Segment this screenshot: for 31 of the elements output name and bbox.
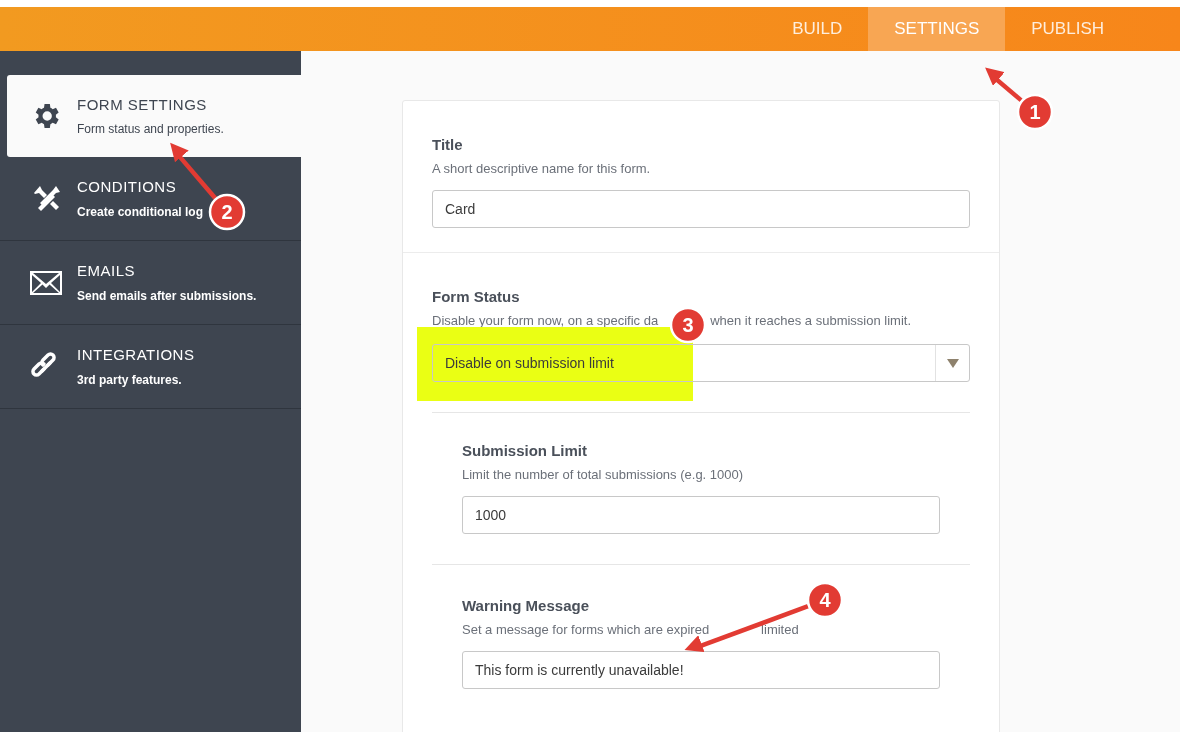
arrow — [985, 67, 1023, 103]
field-description: Disable your form now, on a specific da — [432, 311, 659, 330]
item-title: CONDITIONS — [77, 177, 178, 198]
item-title: FORM SETTINGS — [77, 94, 208, 115]
field-description: limited — [761, 620, 799, 639]
sidebar-item[interactable]: FORM SETTINGS Form status and properties. — [7, 75, 301, 157]
input-field[interactable]: 1000 — [462, 496, 940, 534]
field-description: A short descriptive name for this form. — [432, 159, 651, 178]
callout-badge: 3 — [669, 306, 707, 344]
field-description: Limit the number of total submissions (e.g. 1000) — [462, 465, 744, 484]
field-label: Warning Message — [462, 596, 589, 616]
item-subtitle: Send emails after submissions. — [77, 287, 257, 305]
caret-icon — [946, 358, 959, 368]
callout-badge: 4 — [806, 581, 844, 619]
item-subtitle: 3rd party features. — [77, 371, 183, 389]
item-subtitle: Form status and properties. — [77, 121, 224, 139]
callout-badge: 2 — [208, 193, 246, 231]
input-field[interactable]: This form is currently unavailable! — [462, 651, 940, 689]
item-title: EMAILS — [77, 261, 137, 282]
field-description: when it reaches a submission limit. — [710, 311, 912, 330]
dropdown-value: Disable on submission limit — [444, 353, 615, 373]
status-dropdown[interactable]: Disable on submission limit — [432, 344, 970, 382]
input-field[interactable]: Card — [432, 190, 970, 228]
callout-badge: 1 — [1016, 93, 1054, 131]
field-label: Title — [432, 135, 463, 155]
field-label: Submission Limit — [462, 441, 587, 461]
field-label: Form Status — [432, 287, 520, 307]
item-title: INTEGRATIONS — [77, 345, 195, 366]
envelope-icon — [30, 270, 62, 295]
item-subtitle: Create conditional log — [77, 203, 203, 221]
field-description: Set a message for forms which are expired — [462, 620, 710, 639]
